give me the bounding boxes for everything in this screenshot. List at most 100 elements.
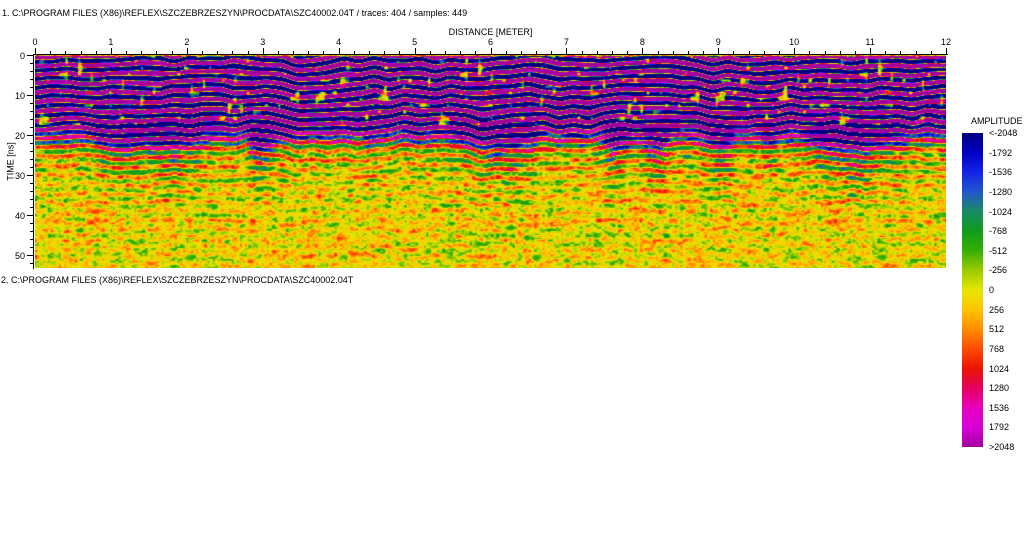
y-minor-tick — [30, 199, 33, 200]
x-major-tick — [186, 48, 188, 54]
x-minor-tick — [839, 51, 841, 54]
x-minor-tick — [596, 51, 598, 54]
legend-tick-label: 1024 — [989, 363, 1010, 374]
x-minor-tick — [611, 51, 613, 54]
y-minor-tick — [30, 71, 33, 72]
y-minor-tick — [30, 103, 33, 104]
x-minor-tick — [232, 51, 234, 54]
radargram-canvas[interactable] — [35, 55, 946, 268]
x-major-tick — [870, 48, 872, 54]
y-tick-label: 0 — [19, 51, 25, 61]
x-minor-tick — [930, 51, 932, 54]
y-tick-label: 20 — [14, 131, 25, 141]
reflexw-profile-view: 1. C:\PROGRAM FILES (X86)\REFLEX\SZCZEBR… — [0, 0, 1024, 552]
y-minor-tick — [30, 247, 33, 248]
legend-tick-label: 256 — [989, 304, 1005, 315]
legend-tick-label: 512 — [989, 324, 1005, 335]
y-minor-tick — [30, 111, 33, 112]
x-tick-label: 0 — [32, 37, 38, 47]
legend-tick-label: -512 — [989, 245, 1008, 256]
x-minor-tick — [687, 51, 689, 54]
legend-tick-label: 1792 — [989, 422, 1010, 433]
x-minor-tick — [915, 51, 917, 54]
x-major-tick — [794, 48, 796, 54]
legend-tick-label: 1280 — [989, 383, 1010, 394]
x-minor-tick — [475, 51, 477, 54]
x-tick-label: 10 — [789, 37, 800, 47]
y-minor-tick — [30, 263, 33, 264]
y-minor-tick — [30, 223, 33, 224]
x-minor-tick — [50, 51, 52, 54]
x-major-tick — [718, 48, 720, 54]
x-minor-tick — [824, 51, 826, 54]
legend-title: AMPLITUDE — [971, 116, 1023, 126]
x-minor-tick — [763, 51, 765, 54]
y-minor-tick — [30, 231, 33, 232]
legend-tick-label: -256 — [989, 265, 1008, 276]
y-minor-tick — [30, 143, 33, 144]
x-tick-label: 12 — [940, 37, 951, 47]
y-axis-line — [33, 54, 34, 269]
legend-tick-label: -768 — [989, 226, 1008, 237]
amplitude-colorbar — [962, 133, 983, 447]
x-minor-tick — [126, 51, 128, 54]
legend-tick-label: 1536 — [989, 402, 1010, 413]
x-minor-tick — [353, 51, 355, 54]
y-minor-tick — [30, 183, 33, 184]
x-minor-tick — [885, 51, 887, 54]
x-minor-tick — [95, 51, 97, 54]
x-minor-tick — [627, 51, 629, 54]
x-axis-title: DISTANCE [METER] — [448, 27, 533, 37]
x-minor-tick — [460, 51, 462, 54]
x-minor-tick — [369, 51, 371, 54]
x-minor-tick — [778, 51, 780, 54]
x-tick-label: 7 — [563, 37, 569, 47]
x-minor-tick — [672, 51, 674, 54]
x-minor-tick — [171, 51, 173, 54]
y-major-tick — [27, 95, 33, 96]
x-major-tick — [338, 48, 340, 54]
x-major-tick — [35, 48, 36, 54]
x-minor-tick — [551, 51, 553, 54]
y-minor-tick — [30, 119, 33, 120]
x-tick-label: 11 — [865, 37, 875, 47]
y-major-tick — [27, 175, 33, 176]
x-major-tick — [110, 48, 112, 54]
x-tick-label: 4 — [336, 37, 342, 47]
x-minor-tick — [65, 51, 67, 54]
x-minor-tick — [581, 51, 583, 54]
x-minor-tick — [429, 51, 431, 54]
y-tick-label: 30 — [14, 171, 25, 181]
y-axis-title: TIME [ns] — [5, 142, 16, 181]
x-minor-tick — [520, 51, 522, 54]
x-tick-label: 1 — [108, 37, 114, 47]
x-minor-tick — [748, 51, 750, 54]
x-minor-tick — [536, 51, 538, 54]
x-major-tick — [262, 48, 264, 54]
x-minor-tick — [156, 51, 158, 54]
x-minor-tick — [703, 51, 705, 54]
x-major-tick — [414, 48, 416, 54]
x-minor-tick — [202, 51, 204, 54]
x-minor-tick — [80, 51, 82, 54]
x-major-tick — [642, 48, 644, 54]
legend-tick-label: 0 — [989, 285, 995, 295]
x-minor-tick — [809, 51, 811, 54]
x-minor-tick — [854, 51, 856, 54]
x-minor-tick — [444, 51, 446, 54]
x-tick-label: 5 — [412, 37, 418, 47]
x-minor-tick — [293, 51, 295, 54]
y-tick-label: 50 — [14, 251, 25, 261]
profile1-title: 1. C:\PROGRAM FILES (X86)\REFLEX\SZCZEBR… — [2, 8, 468, 18]
y-minor-tick — [30, 239, 33, 240]
y-major-tick — [27, 55, 33, 56]
y-tick-label: 10 — [14, 91, 25, 101]
legend-tick-label: -1024 — [989, 206, 1013, 217]
x-minor-tick — [733, 51, 735, 54]
y-major-tick — [27, 135, 33, 136]
x-minor-tick — [308, 51, 310, 54]
x-tick-label: 6 — [487, 37, 493, 47]
y-minor-tick — [30, 127, 33, 128]
legend-tick-label: -1792 — [989, 147, 1013, 158]
x-minor-tick — [217, 51, 219, 54]
